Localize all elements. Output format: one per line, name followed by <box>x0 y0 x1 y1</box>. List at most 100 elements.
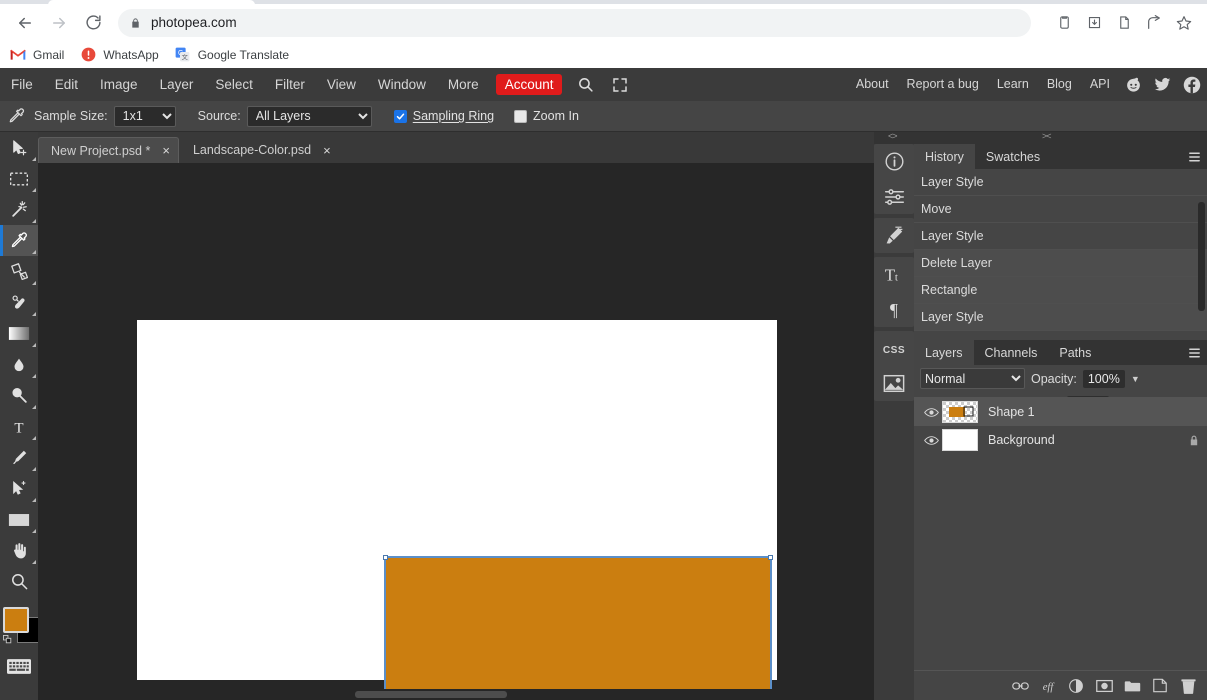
rectangular-marquee-tool[interactable] <box>0 163 38 194</box>
address-bar[interactable]: photopea.com <box>118 8 1031 37</box>
character-type-icon[interactable]: Tt <box>874 257 914 292</box>
share-icon[interactable] <box>1139 6 1169 40</box>
image-icon[interactable] <box>874 366 914 401</box>
menu-edit[interactable]: Edit <box>44 68 89 101</box>
tab-swatches[interactable]: Swatches <box>975 144 1051 169</box>
menu-about[interactable]: About <box>847 68 898 101</box>
delete-layer-icon[interactable] <box>1179 677 1197 695</box>
layer-thumbnail-shape-1[interactable] <box>942 401 978 423</box>
layer-thumbnail-background[interactable] <box>942 429 978 451</box>
document-tab-landscape-color[interactable]: Landscape-Color.psd × <box>181 137 339 163</box>
eyedropper-tool[interactable] <box>0 225 38 256</box>
menu-image[interactable]: Image <box>89 68 149 101</box>
history-item[interactable]: Move <box>914 196 1207 223</box>
keyboard-icon[interactable] <box>6 657 32 675</box>
reset-colors-icon[interactable] <box>3 635 12 644</box>
selection-handle-top-left[interactable] <box>383 555 388 560</box>
eye-icon[interactable] <box>920 435 942 446</box>
history-item[interactable]: Delete Layer <box>914 250 1207 277</box>
gradient-tool[interactable] <box>0 318 38 349</box>
type-tool[interactable]: T <box>0 411 38 442</box>
twitter-icon[interactable] <box>1148 68 1177 101</box>
reload-icon[interactable] <box>76 6 110 40</box>
bookmark-gmail[interactable]: Gmail <box>10 47 64 63</box>
menu-api[interactable]: API <box>1081 68 1119 101</box>
history-scrollbar-thumb[interactable] <box>1198 202 1205 311</box>
menu-blog[interactable]: Blog <box>1038 68 1081 101</box>
blend-mode-select[interactable]: Normal <box>920 368 1025 389</box>
dodge-tool[interactable] <box>0 380 38 411</box>
download-icon[interactable] <box>1079 6 1109 40</box>
zoom-in-checkbox[interactable]: Zoom In <box>514 109 579 123</box>
bookmark-google-translate[interactable]: G文 Google Translate <box>175 47 289 63</box>
page-icon[interactable] <box>1109 6 1139 40</box>
sample-size-select[interactable]: 1x1 <box>113 105 176 127</box>
eye-icon[interactable] <box>920 407 942 418</box>
source-select[interactable]: All Layers <box>246 105 372 127</box>
layer-row-shape-1[interactable]: Shape 1 <box>914 398 1207 426</box>
close-icon[interactable]: × <box>162 144 170 157</box>
search-icon[interactable] <box>568 68 603 101</box>
bookmark-whatsapp[interactable]: WhatsApp <box>80 47 159 63</box>
document-canvas[interactable] <box>137 320 777 700</box>
menu-filter[interactable]: Filter <box>264 68 316 101</box>
css-icon[interactable]: CSS <box>874 331 914 366</box>
canvas-area[interactable] <box>38 163 874 700</box>
fullscreen-icon[interactable] <box>603 68 637 101</box>
menu-view[interactable]: View <box>316 68 367 101</box>
hand-tool[interactable] <box>0 535 38 566</box>
history-item[interactable]: Rectangle <box>914 277 1207 304</box>
link-layers-icon[interactable] <box>1011 677 1029 695</box>
tab-paths[interactable]: Paths <box>1048 340 1102 365</box>
menu-file[interactable]: File <box>0 68 44 101</box>
crop-tool[interactable] <box>0 256 38 287</box>
blur-tool[interactable] <box>0 349 38 380</box>
tab-history[interactable]: History <box>914 144 975 169</box>
history-item[interactable]: Layer Style <box>914 169 1207 196</box>
pen-tool[interactable] <box>0 442 38 473</box>
tab-channels[interactable]: Channels <box>974 340 1049 365</box>
canvas-horizontal-scrollbar-track[interactable] <box>38 689 874 700</box>
forward-arrow-icon[interactable] <box>42 6 76 40</box>
layer-effects-icon[interactable]: eff <box>1039 677 1057 695</box>
document-tab-new-project[interactable]: New Project.psd * × <box>38 137 179 163</box>
panel-menu-icon[interactable] <box>1181 144 1207 169</box>
new-group-icon[interactable] <box>1123 677 1141 695</box>
chevron-down-icon[interactable]: ▼ <box>1131 374 1140 384</box>
shape-1-rectangle[interactable] <box>383 555 773 700</box>
facebook-icon[interactable] <box>1177 68 1207 101</box>
brush-icon[interactable] <box>874 218 914 253</box>
collapse-right-icon[interactable]: >< <box>1042 131 1051 141</box>
shape-tool[interactable] <box>0 504 38 535</box>
menu-report-a-bug[interactable]: Report a bug <box>898 68 988 101</box>
selection-handle-top-right[interactable] <box>768 555 773 560</box>
menu-layer[interactable]: Layer <box>149 68 205 101</box>
path-select-tool[interactable] <box>0 473 38 504</box>
opacity-value[interactable]: 100% <box>1082 369 1125 388</box>
adjustments-icon[interactable] <box>874 179 914 214</box>
history-item[interactable]: Layer Style <box>914 223 1207 250</box>
magic-wand-tool[interactable] <box>0 194 38 225</box>
info-icon[interactable] <box>874 144 914 179</box>
history-list[interactable]: Layer Style Move Layer Style Delete Laye… <box>914 169 1207 340</box>
move-tool[interactable] <box>0 132 38 163</box>
history-item[interactable]: Layer Style <box>914 304 1207 331</box>
adjustment-layer-icon[interactable] <box>1067 677 1085 695</box>
menu-more[interactable]: More <box>437 68 490 101</box>
reddit-icon[interactable] <box>1119 68 1148 101</box>
menu-learn[interactable]: Learn <box>988 68 1038 101</box>
back-arrow-icon[interactable] <box>8 6 42 40</box>
close-icon[interactable]: × <box>323 144 331 157</box>
sampling-ring-checkbox[interactable]: Sampling Ring <box>393 109 494 123</box>
clipboard-icon[interactable] <box>1049 6 1079 40</box>
zoom-tool[interactable] <box>0 566 38 597</box>
canvas-horizontal-scrollbar-thumb[interactable] <box>355 691 507 698</box>
layer-mask-icon[interactable] <box>1095 677 1113 695</box>
color-swatches[interactable] <box>3 607 43 647</box>
bookmark-star-icon[interactable] <box>1169 6 1199 40</box>
menu-window[interactable]: Window <box>367 68 437 101</box>
new-layer-icon[interactable] <box>1151 677 1169 695</box>
panel-menu-icon[interactable] <box>1181 340 1207 365</box>
account-button[interactable]: Account <box>495 74 563 95</box>
collapse-left-icon[interactable]: <> <box>888 131 897 141</box>
